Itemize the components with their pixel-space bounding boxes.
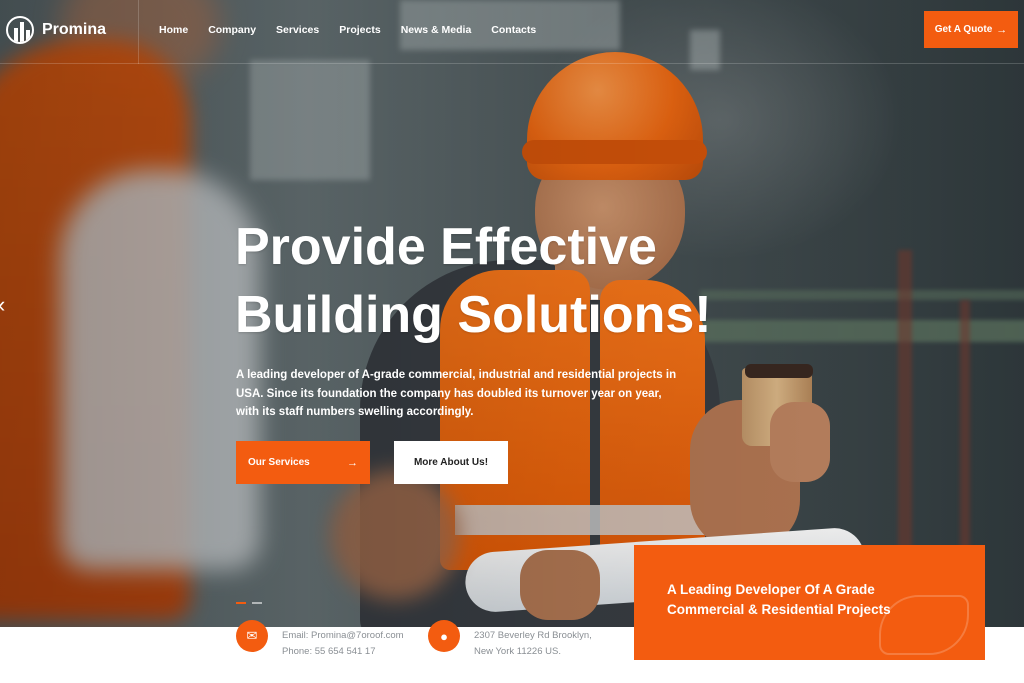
hero-title: Provide Effective Building Solutions! [235, 213, 755, 349]
worker-hand [770, 402, 830, 482]
worker-arm [690, 400, 800, 550]
contact-phone-text[interactable]: Phone: 55 654 541 17 [282, 644, 404, 660]
slider-pagination [236, 602, 262, 604]
main-nav: Home Company Services Projects News & Me… [159, 24, 556, 36]
coffee-lid [745, 364, 813, 378]
promo-banner: A Leading Developer Of A Grade Commercia… [634, 545, 985, 660]
address-line2: New York 11226 US. [474, 646, 561, 657]
nav-item-news-media[interactable]: News & Media [401, 24, 472, 36]
contact-address: ● 2307 Beverley Rd Brooklyn, New York 11… [428, 620, 592, 660]
get-a-quote-label: Get A Quote [934, 24, 993, 35]
brand-name: Promina [42, 21, 107, 38]
nav-item-projects[interactable]: Projects [339, 24, 380, 36]
blurred-hand [330, 470, 460, 600]
tools-decoration-icon [879, 595, 969, 655]
location-pin-icon: ● [428, 620, 460, 652]
slider-dot[interactable] [252, 602, 262, 604]
hard-hat [527, 52, 703, 180]
slider-dot-active[interactable] [236, 602, 246, 604]
contact-email: ✉ Email: Promina@7oroof.com Phone: 55 65… [236, 620, 404, 660]
hero-description: A leading developer of A-grade commercia… [236, 369, 677, 418]
promo-line1: A Leading Developer Of A Grade [667, 582, 875, 597]
our-services-button[interactable]: Our Services → [236, 441, 370, 484]
more-about-us-label: More About Us! [413, 457, 489, 468]
worker-hand [520, 550, 600, 620]
nav-item-contacts[interactable]: Contacts [491, 24, 536, 36]
our-services-label: Our Services [248, 457, 310, 468]
contact-email-text[interactable]: Email: Promina@7oroof.com [282, 628, 404, 644]
nav-item-services[interactable]: Services [276, 24, 319, 36]
vest-reflective-stripe [455, 505, 705, 535]
blurred-worker-vest [0, 40, 190, 620]
background-post [960, 300, 970, 580]
slider-prev-icon[interactable]: ‹ [0, 292, 5, 318]
site-header: Promina Home Company Services Projects N… [0, 0, 1024, 64]
arrow-right-icon: → [347, 456, 358, 469]
header-divider [138, 0, 139, 64]
hero-title-line1: Provide Effective [235, 218, 657, 276]
background-post [898, 250, 912, 550]
building-logo-icon [6, 16, 34, 44]
blurred-worker-shirt [60, 170, 260, 570]
address-line1: 2307 Beverley Rd Brooklyn, [474, 630, 592, 641]
logo[interactable]: Promina [6, 16, 106, 44]
arrow-right-icon: → [996, 23, 1008, 36]
nav-item-company[interactable]: Company [208, 24, 256, 36]
get-a-quote-button[interactable]: Get A Quote → [924, 11, 1018, 48]
envelope-icon: ✉ [236, 620, 268, 652]
more-about-us-button[interactable]: More About Us! [394, 441, 508, 484]
background-window [250, 60, 370, 180]
coffee-cup [742, 368, 812, 446]
hard-hat-brim [522, 140, 707, 164]
nav-item-home[interactable]: Home [159, 24, 188, 36]
hero-title-line2: Building Solutions! [235, 286, 712, 344]
